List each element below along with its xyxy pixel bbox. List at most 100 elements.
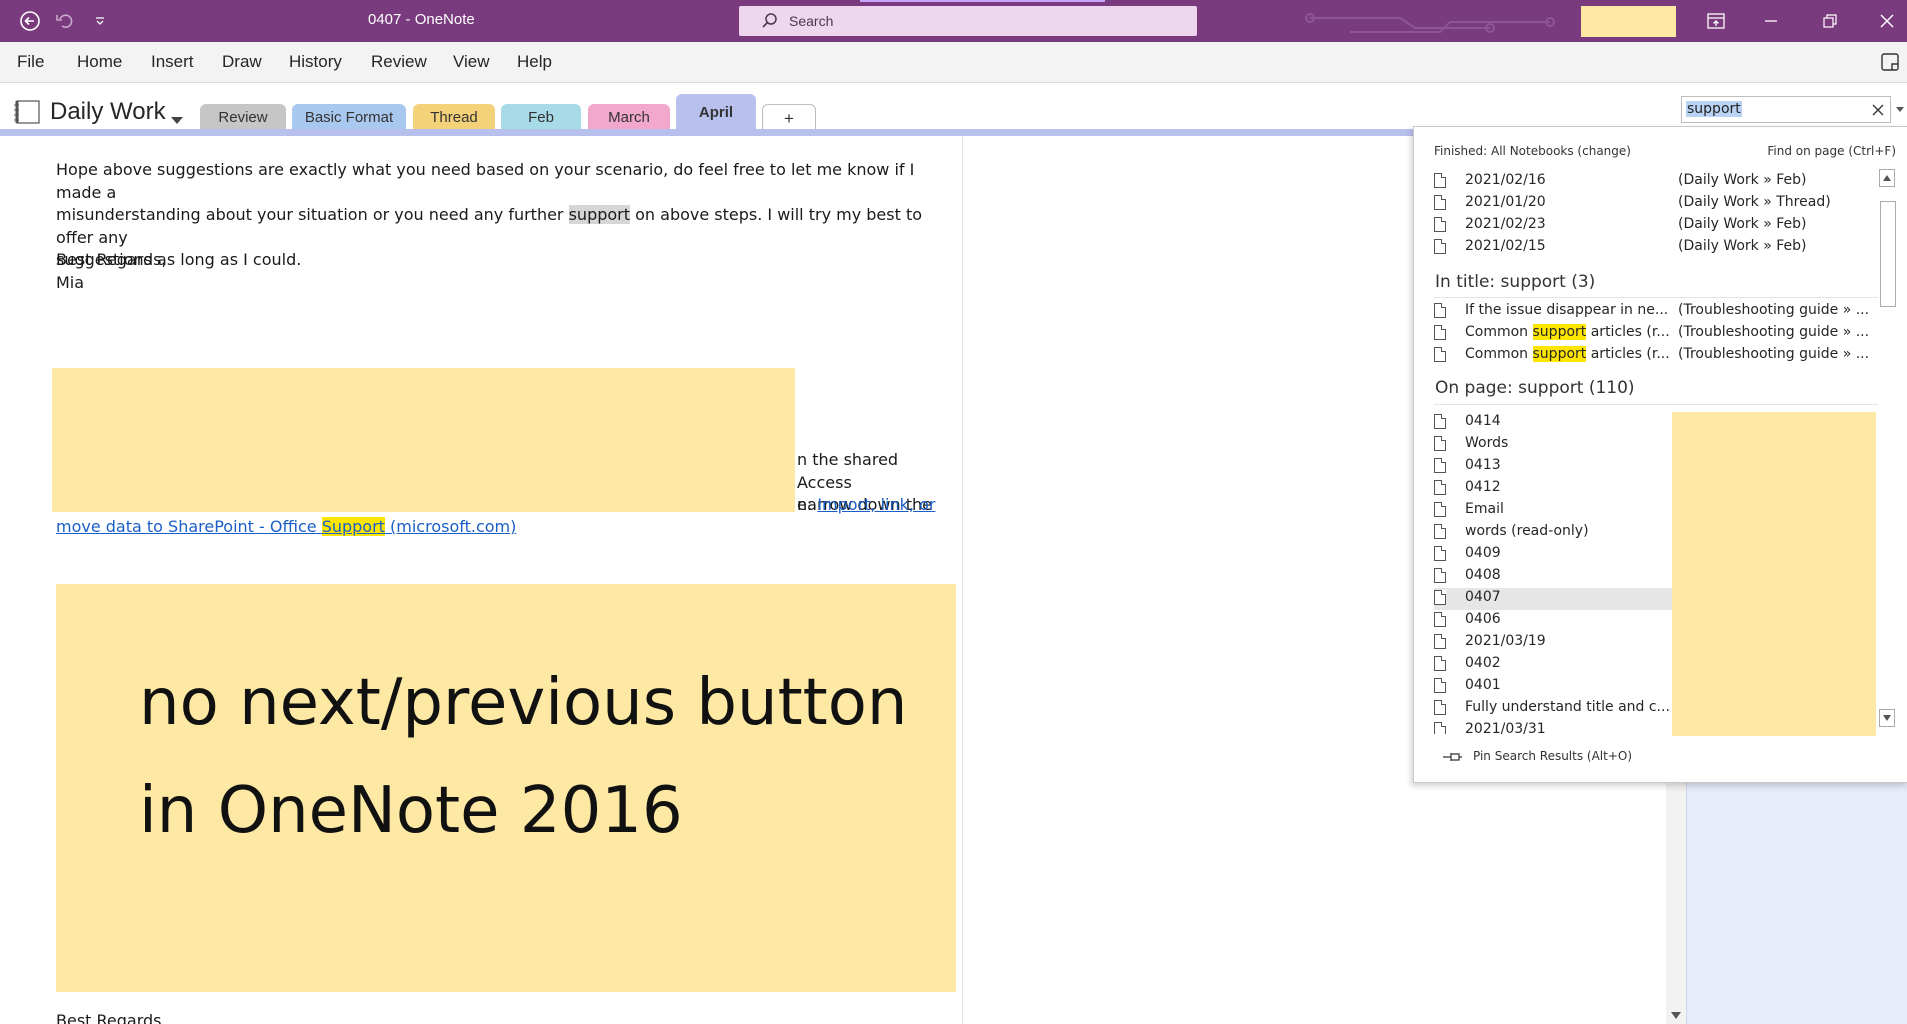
- page-icon: [1434, 480, 1446, 495]
- ribbon-display-icon[interactable]: [1686, 0, 1746, 42]
- sharepoint-link[interactable]: (microsoft.com): [385, 517, 516, 536]
- tab-thread[interactable]: Thread: [413, 104, 495, 131]
- pin-label: Pin Search Results (Alt+O): [1473, 749, 1633, 763]
- page-icon: [1434, 524, 1446, 539]
- regards-text: Best Regards: [56, 1011, 162, 1024]
- menu-insert[interactable]: Insert: [151, 52, 194, 72]
- regards-text: Best Regards,: [56, 250, 167, 269]
- result-name: 0409: [1465, 545, 1501, 561]
- notebook-icon[interactable]: [13, 100, 41, 128]
- list-item[interactable]: 2021/02/16 (Daily Work » Feb): [1434, 171, 1874, 193]
- tab-feb[interactable]: Feb: [501, 104, 581, 131]
- page-icon: [1434, 347, 1446, 362]
- result-name: 2021/03/31: [1465, 721, 1546, 734]
- page-icon: [1434, 217, 1446, 232]
- page-icon: [1434, 239, 1446, 254]
- add-section-button[interactable]: +: [762, 104, 816, 132]
- tab-april[interactable]: April: [676, 94, 756, 131]
- result-name: 2021/02/15: [1465, 238, 1546, 254]
- result-name: 0414: [1465, 413, 1501, 429]
- search-label: Search: [789, 13, 834, 29]
- result-name: 0408: [1465, 567, 1501, 583]
- search-status[interactable]: Finished: All Notebooks (change): [1434, 144, 1631, 158]
- text-run: Common: [1465, 346, 1533, 362]
- partial-link-line: e: Import, link, or: [797, 494, 962, 517]
- page-icon: [1434, 546, 1446, 561]
- search-scope-dropdown-icon[interactable]: [1896, 107, 1904, 113]
- tab-label: March: [608, 109, 650, 126]
- scroll-up-icon: [1883, 175, 1891, 181]
- search-input[interactable]: support: [1681, 96, 1891, 123]
- result-name: Words: [1465, 435, 1509, 451]
- notebook-name[interactable]: Daily Work: [50, 98, 166, 126]
- menu-review[interactable]: Review: [371, 52, 427, 72]
- list-item[interactable]: If the issue disappear in ne... (Troubles…: [1434, 301, 1874, 323]
- menu-help[interactable]: Help: [517, 52, 552, 72]
- tab-label: April: [698, 104, 734, 121]
- list-item[interactable]: 2021/02/15 (Daily Work » Feb): [1434, 237, 1874, 259]
- partial-line: e:: [797, 495, 818, 514]
- menu-file[interactable]: File: [17, 52, 44, 72]
- list-item[interactable]: Common support articles (r... (Troublesho…: [1434, 323, 1874, 345]
- page-icon: [1434, 458, 1446, 473]
- in-title-heading: In title: support (3): [1435, 272, 1596, 292]
- result-section: (Daily Work » Feb): [1678, 172, 1807, 188]
- result-name: Common support articles (r...: [1465, 346, 1670, 362]
- close-icon[interactable]: [1857, 0, 1907, 42]
- result-name: 2021/01/20: [1465, 194, 1546, 210]
- notebook-dropdown-icon[interactable]: [171, 110, 183, 129]
- undo-icon[interactable]: [52, 8, 78, 34]
- list-item[interactable]: 2021/01/20 (Daily Work » Thread): [1434, 193, 1874, 215]
- menu-home[interactable]: Home: [77, 52, 122, 72]
- partial-line: n the shared Access: [797, 450, 899, 492]
- result-section: (Troubleshooting guide » ...: [1678, 346, 1870, 362]
- text-run: articles (r...: [1586, 346, 1670, 362]
- menu-view[interactable]: View: [453, 52, 490, 72]
- restore-icon[interactable]: [1800, 0, 1860, 42]
- tab-basic-format[interactable]: Basic Format: [292, 104, 406, 131]
- sharepoint-link[interactable]: move data to SharePoint - Office: [56, 517, 322, 536]
- list-item[interactable]: Common support articles (r... (Troublesho…: [1434, 345, 1874, 367]
- search-query: support: [1686, 101, 1742, 117]
- clear-search-icon[interactable]: [1872, 104, 1884, 116]
- scroll-down-button[interactable]: [1879, 709, 1895, 727]
- divider: [1434, 404, 1889, 405]
- sticky-note-icon[interactable]: [1880, 52, 1900, 76]
- text-run: misunderstanding about your situation or…: [56, 205, 569, 224]
- back-icon[interactable]: [17, 8, 43, 34]
- find-on-page-link[interactable]: Find on page (Ctrl+F): [1767, 144, 1896, 158]
- tab-march[interactable]: March: [588, 104, 670, 131]
- search-hit-link[interactable]: Support: [321, 517, 385, 536]
- tab-label: Review: [218, 109, 268, 126]
- search-box[interactable]: Search: [739, 6, 1197, 36]
- scroll-up-button[interactable]: [1879, 169, 1895, 187]
- tab-review[interactable]: Review: [200, 104, 286, 131]
- result-section: (Troubleshooting guide » ...: [1678, 302, 1870, 318]
- page-canvas[interactable]: Hope above suggestions are exactly what …: [0, 136, 963, 1024]
- results-scrollbar[interactable]: [1878, 169, 1896, 727]
- ribbon-menu-bar: File Home Insert Draw History Review Vie…: [0, 42, 1907, 83]
- result-section: (Daily Work » Feb): [1678, 238, 1807, 254]
- scroll-thumb[interactable]: [1880, 201, 1896, 307]
- page-icon: [1434, 722, 1446, 734]
- result-name: 2021/02/16: [1465, 172, 1546, 188]
- scroll-down-icon[interactable]: [1671, 1012, 1681, 1020]
- page-icon: [1434, 590, 1446, 605]
- page-icon: [1434, 568, 1446, 583]
- window-title: 0407 - OneNote: [368, 11, 475, 28]
- list-item[interactable]: 2021/02/23 (Daily Work » Feb): [1434, 215, 1874, 237]
- result-name: 2021/03/19: [1465, 633, 1546, 649]
- menu-history[interactable]: History: [289, 52, 342, 72]
- quick-access-dropdown-icon[interactable]: [87, 8, 113, 34]
- page-icon: [1434, 173, 1446, 188]
- pin-icon: [1443, 753, 1462, 761]
- result-name: Fully understand title and c...: [1465, 699, 1670, 715]
- text-run: articles (r...: [1586, 324, 1670, 340]
- result-name: Email: [1465, 501, 1504, 517]
- menu-draw[interactable]: Draw: [222, 52, 262, 72]
- text-run: Common: [1465, 324, 1533, 340]
- minimize-icon[interactable]: [1741, 0, 1801, 42]
- page-icon: [1434, 656, 1446, 671]
- sharepoint-link[interactable]: Import, link, or: [817, 495, 935, 514]
- callout-line-2: in OneNote 2016: [139, 774, 683, 848]
